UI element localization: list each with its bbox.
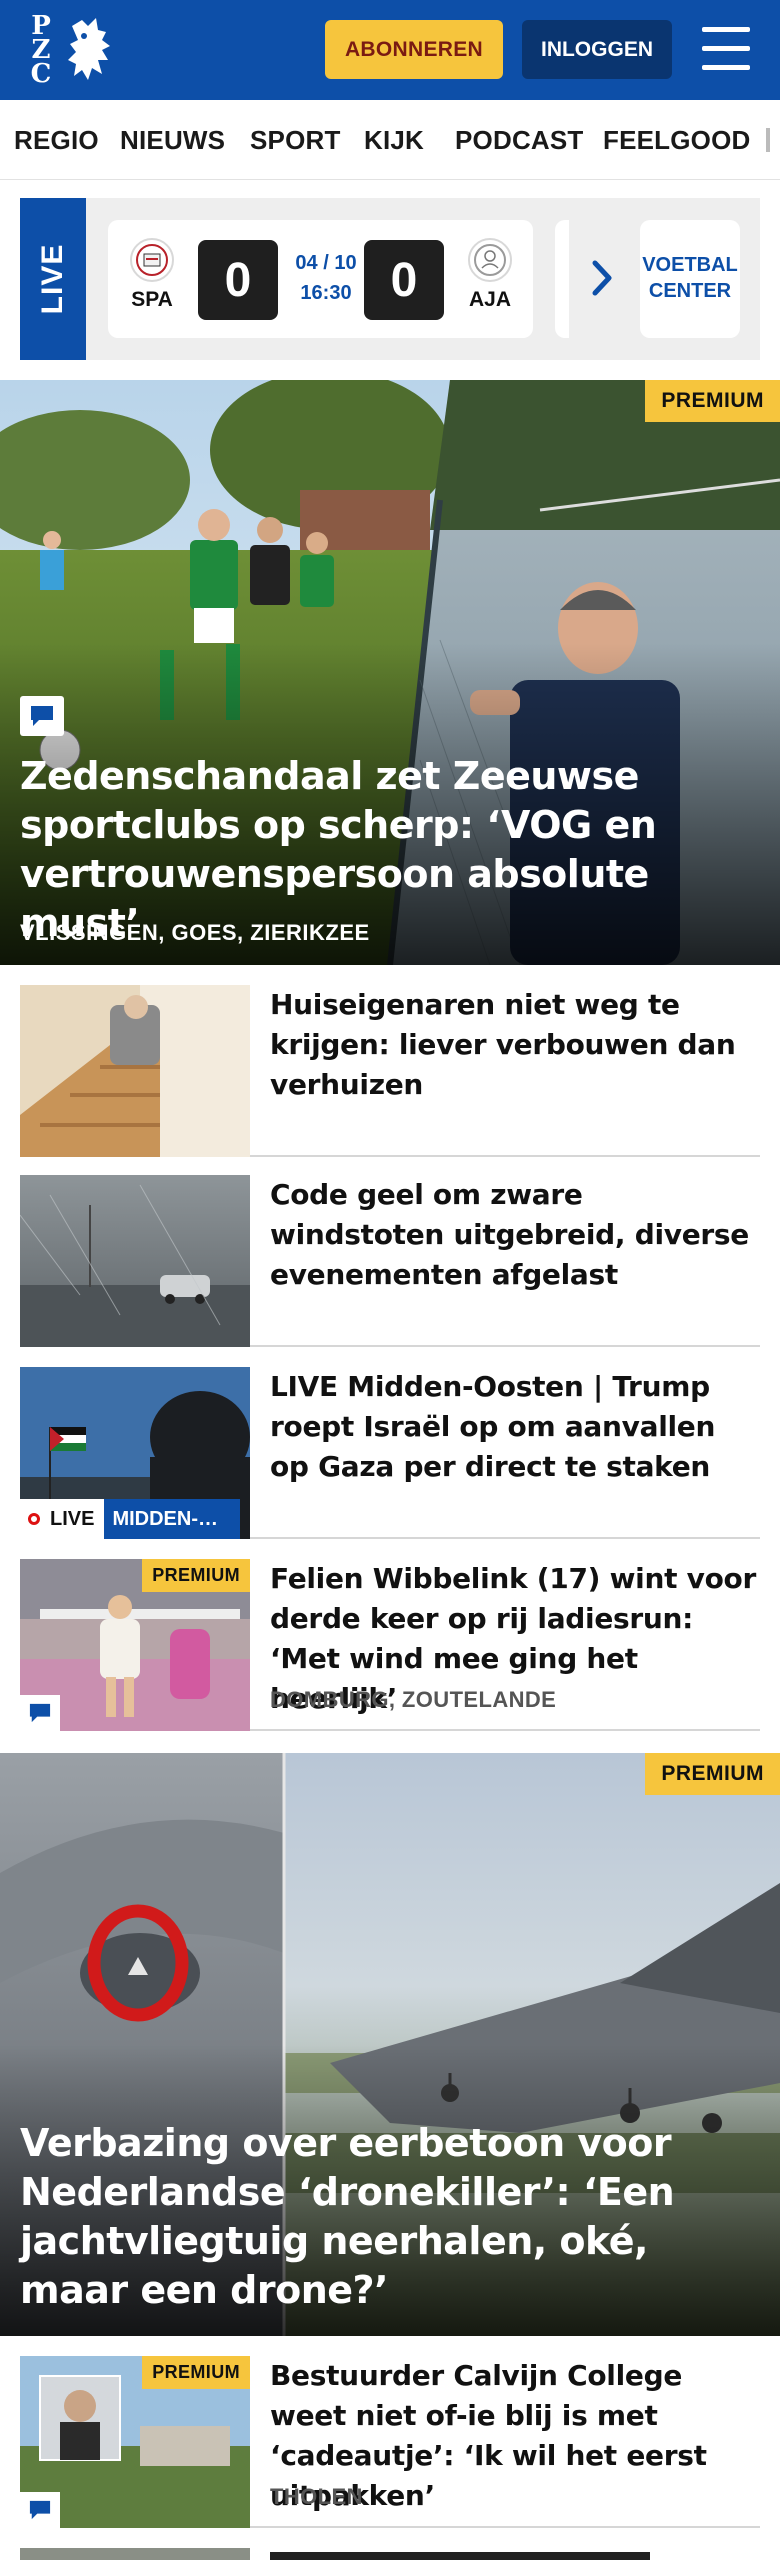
live-scores-bar: LIVE SPA 0 04 / 10 16:30 0 AJA VOETBAL C… <box>20 198 760 360</box>
match-time: 16:30 <box>300 282 352 304</box>
nav-item-sport[interactable]: SPORT <box>250 100 341 179</box>
next-match-card-partial[interactable] <box>555 220 569 338</box>
home-team-name: SPA <box>131 288 173 311</box>
premium-badge: PREMIUM <box>645 1753 780 1795</box>
home-crest-icon <box>130 238 174 282</box>
article-location-5: THOLEN <box>270 2484 363 2509</box>
logo-text: PZC <box>28 11 62 89</box>
article-title-1[interactable]: Huiseigenaren niet weg te krijgen: lieve… <box>270 985 760 1105</box>
list-item[interactable]: LIVE MIDDEN-OOSTEN LIVE Midden-Oosten | … <box>20 1367 760 1539</box>
section-nav: REGIO NIEUWS SPORT KIJK PODCAST FEELGOOD <box>0 100 780 180</box>
list-item[interactable]: Huiseigenaren niet weg te krijgen: lieve… <box>20 985 760 1157</box>
list-item[interactable]: Code geel om zware windstoten uitgebreid… <box>20 1175 760 1347</box>
list-item-partial[interactable] <box>20 2548 760 2560</box>
nav-item-podcast[interactable]: PODCAST <box>455 100 584 179</box>
subscribe-button[interactable]: ABONNEREN <box>325 20 503 79</box>
site-header: PZC ABONNEREN INLOGGEN <box>0 0 780 100</box>
article-thumb-2 <box>20 1175 250 1347</box>
voetbal-center-link[interactable]: VOETBAL CENTER <box>640 220 740 338</box>
away-crest-icon <box>468 238 512 282</box>
list-item[interactable]: PREMIUM Felien Wibbelink (17) wint voor … <box>20 1559 760 1731</box>
comment-icon <box>20 1695 60 1731</box>
live-section-strip: LIVE MIDDEN-OOSTEN <box>20 1499 241 1539</box>
match-datetime: 04 / 10 16:30 <box>286 248 366 308</box>
away-score: 0 <box>364 240 444 320</box>
match-card[interactable]: SPA 0 04 / 10 16:30 0 AJA <box>108 220 533 338</box>
article-location-4: DOMBURG, ZOUTELANDE <box>270 1687 557 1712</box>
list-item[interactable]: PREMIUM Bestuurder Calvijn College weet … <box>20 2356 760 2528</box>
section-badge: MIDDEN-OOSTEN <box>104 1499 241 1539</box>
comment-icon <box>20 2492 60 2528</box>
article-title-2[interactable]: Code geel om zware windstoten uitgebreid… <box>270 1175 760 1295</box>
article-thumb-1 <box>20 985 250 1157</box>
article-thumb-4: PREMIUM <box>20 1559 250 1731</box>
live-sidebar: LIVE <box>20 198 86 360</box>
article-thumb-3: LIVE MIDDEN-OOSTEN <box>20 1367 250 1539</box>
hero-1-location: VLISSINGEN, GOES, ZIERIKZEE <box>20 920 370 945</box>
comment-icon <box>20 696 64 736</box>
live-dot-icon <box>28 1513 40 1525</box>
hamburger-menu-icon[interactable] <box>698 24 752 74</box>
lion-logo-icon <box>68 18 110 80</box>
nav-overflow-indicator <box>766 128 770 152</box>
live-indicator: LIVE <box>20 1499 105 1539</box>
premium-badge: PREMIUM <box>142 1559 250 1592</box>
hero-article-2[interactable]: PREMIUM Verbazing over eerbetoon voor Ne… <box>0 1753 780 2336</box>
logo-letters: PZC <box>30 11 52 89</box>
article-title-6-partial <box>270 2552 650 2560</box>
pzc-logo[interactable]: PZC <box>28 11 114 89</box>
article-title-3[interactable]: LIVE Midden-Oosten | Trump roept Israël … <box>270 1367 760 1487</box>
voetbal-center-line2: CENTER <box>648 280 732 302</box>
nav-item-kijk[interactable]: KIJK <box>364 100 424 179</box>
premium-badge: PREMIUM <box>645 380 780 422</box>
section-badge-label: MIDDEN-OOSTEN <box>112 1507 232 1530</box>
away-team: AJA <box>460 238 520 312</box>
away-team-name: AJA <box>468 288 511 311</box>
nav-item-nieuws[interactable]: NIEUWS <box>120 100 225 179</box>
hero-article-1[interactable]: PREMIUM Zedenschandaal zet Zeeuwse sport… <box>0 380 780 965</box>
hero-1-title[interactable]: Zedenschandaal zet Zeeuwse sportclubs op… <box>20 752 760 948</box>
article-thumb-6 <box>20 2548 250 2560</box>
nav-item-regio[interactable]: REGIO <box>14 100 99 179</box>
login-button[interactable]: INLOGGEN <box>522 20 672 79</box>
hero-2-title[interactable]: Verbazing over eerbetoon voor Nederlands… <box>20 2119 760 2315</box>
home-score: 0 <box>198 240 278 320</box>
live-indicator-label: LIVE <box>50 1507 95 1530</box>
home-team: SPA <box>122 238 182 312</box>
voetbal-center-line1: VOETBAL <box>642 254 738 276</box>
nav-item-feelgood[interactable]: FEELGOOD <box>603 100 751 179</box>
premium-badge: PREMIUM <box>142 2356 250 2389</box>
match-date: 04 / 10 <box>295 252 357 274</box>
chevron-right-icon[interactable] <box>590 258 616 298</box>
live-label: LIVE <box>36 243 69 315</box>
article-thumb-5: PREMIUM <box>20 2356 250 2528</box>
